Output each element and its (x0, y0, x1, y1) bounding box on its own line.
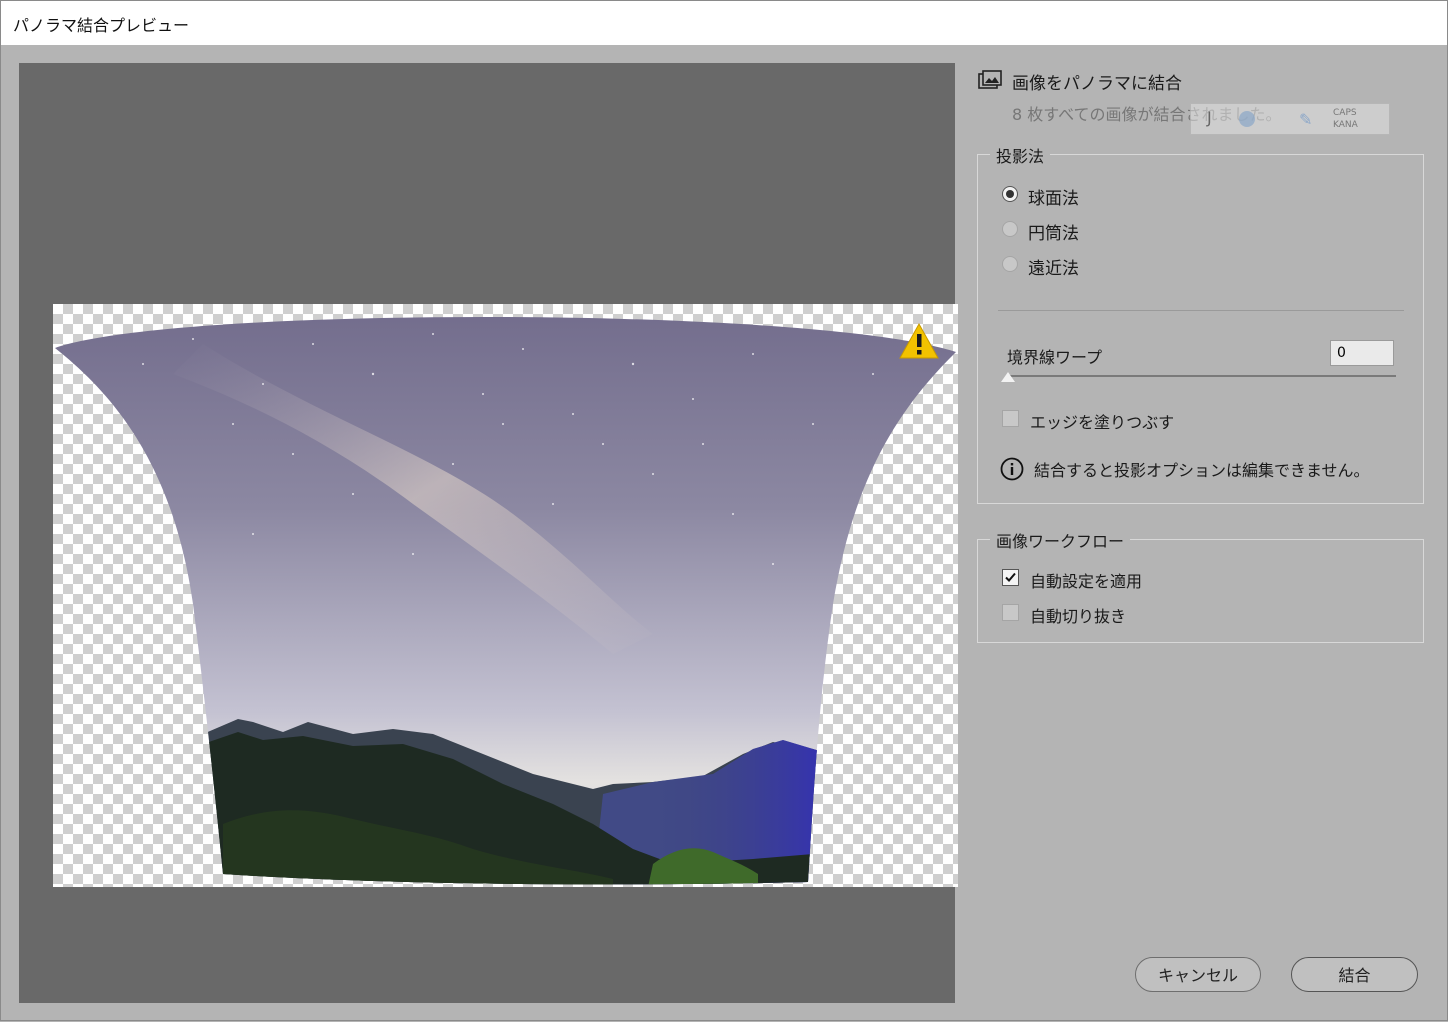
projection-divider (998, 310, 1404, 311)
auto-settings-checkbox[interactable]: 自動設定を適用 (1002, 567, 1322, 591)
cancel-button[interactable]: キャンセル (1135, 957, 1261, 992)
boundary-warp-slider-track[interactable] (1008, 375, 1396, 377)
radio-cylindrical-dot[interactable] (1002, 221, 1018, 237)
title-bar: パノラマ結合プレビュー (0, 0, 1448, 45)
ime-mode[interactable]: J (1207, 108, 1212, 127)
merge-button[interactable]: 結合 (1291, 957, 1418, 992)
auto-crop-box[interactable] (1002, 604, 1019, 621)
fill-edges-label: エッジを塗りつぶす (1030, 413, 1175, 432)
caps-label: CAPS (1333, 108, 1357, 118)
ime-tool-icon[interactable]: ✎ (1299, 110, 1317, 129)
radio-perspective[interactable]: 遠近法 (1002, 253, 1202, 279)
info-icon (1000, 457, 1024, 481)
ime-palette-icon[interactable] (1239, 111, 1255, 127)
radio-spherical[interactable]: 球面法 (1002, 183, 1202, 209)
radio-cylindrical-label: 円筒法 (1028, 224, 1079, 244)
radio-perspective-dot[interactable] (1002, 256, 1018, 272)
boundary-warp-input[interactable] (1330, 340, 1394, 366)
fill-edges-box[interactable] (1002, 410, 1019, 427)
radio-spherical-dot[interactable] (1002, 186, 1018, 202)
auto-crop-checkbox[interactable]: 自動切り抜き (1002, 602, 1322, 626)
panorama-canvas (53, 304, 958, 887)
fill-edges-checkbox[interactable]: エッジを塗りつぶす (1002, 408, 1322, 432)
auto-crop-label: 自動切り抜き (1030, 607, 1127, 626)
auto-settings-box[interactable] (1002, 569, 1019, 586)
boundary-warp-slider-thumb[interactable] (1001, 372, 1015, 382)
radio-spherical-label: 球面法 (1028, 189, 1079, 209)
window-title: パノラマ結合プレビュー (13, 16, 190, 35)
info-text: 結合すると投影オプションは編集できません。 (1034, 461, 1370, 480)
ime-toolbar[interactable]: J ✎ CAPS KANA (1190, 103, 1390, 135)
radio-cylindrical[interactable]: 円筒法 (1002, 218, 1202, 244)
boundary-warp-label: 境界線ワープ (1007, 348, 1103, 367)
workflow-legend: 画像ワークフロー (990, 528, 1131, 552)
checkmark-icon (1005, 572, 1016, 582)
auto-settings-label: 自動設定を適用 (1030, 572, 1143, 591)
radio-perspective-label: 遠近法 (1028, 259, 1079, 279)
warning-icon (899, 322, 939, 359)
projection-legend: 投影法 (990, 143, 1051, 167)
ime-caps-indicator: CAPS KANA (1333, 107, 1358, 131)
panorama-image-icon (978, 70, 1002, 89)
preview-area (19, 63, 958, 1003)
panel-header-text: 画像をパノラマに結合 (1012, 74, 1182, 94)
panorama-image (55, 316, 956, 885)
kana-label: KANA (1333, 120, 1358, 130)
